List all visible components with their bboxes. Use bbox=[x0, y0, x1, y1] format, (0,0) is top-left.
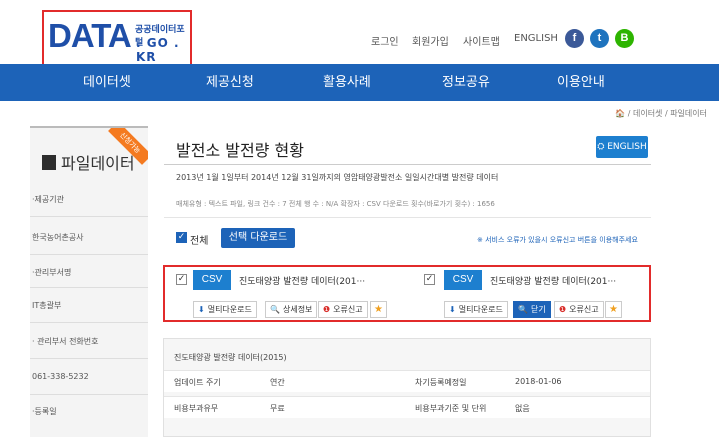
multi-download-button[interactable]: ⬇ 멀티다운로드 bbox=[193, 301, 257, 318]
select-all-label: 전체 bbox=[190, 236, 209, 247]
select-all-checkbox[interactable]: ✓ bbox=[176, 232, 187, 243]
file-name[interactable]: 진도태양광 발전량 데이터(201··· bbox=[239, 274, 365, 287]
table-row: 비용부과유무 무료 비용부과기준 및 단위 없음 bbox=[164, 396, 650, 418]
detail-label: 비용부과기준 및 단위 bbox=[415, 404, 487, 413]
divider bbox=[164, 217, 651, 218]
sidebar: 파일데이터 신청가능 ·제공기관 한국농어촌공사 ·관리부서명 IT총괄부 · … bbox=[30, 126, 148, 437]
site-logo[interactable]: DATA 공공데이터포털 . GO . KR bbox=[42, 10, 192, 66]
file-icon bbox=[42, 155, 56, 170]
sidebar-label-registered: ·등록일 bbox=[32, 407, 57, 416]
download-icon: ⬇ bbox=[449, 305, 456, 314]
blog-icon[interactable]: B bbox=[615, 29, 634, 48]
divider bbox=[30, 358, 148, 359]
table-row: 업데이트 주기 연간 차기등록예정일 2018-01-06 bbox=[164, 370, 650, 392]
sitemap-link[interactable]: 사이트맵 bbox=[463, 33, 500, 48]
service-notice: ※ 서비스 오류가 있을시 오류신고 버튼을 이용해주세요 bbox=[477, 236, 638, 244]
facebook-icon[interactable]: f bbox=[565, 29, 584, 48]
sidebar-label-department: ·관리부서명 bbox=[32, 268, 72, 277]
error-report-button[interactable]: ❶ 오류신고 bbox=[554, 301, 604, 318]
divider bbox=[30, 287, 148, 288]
csv-badge: CSV bbox=[444, 270, 482, 290]
error-report-label: 오류신고 bbox=[333, 305, 363, 314]
english-link[interactable]: ENGLISH bbox=[514, 33, 558, 44]
nav-dataset[interactable]: 데이터셋 bbox=[83, 64, 131, 101]
alert-icon: ❶ bbox=[559, 305, 567, 314]
logo-text: DATA bbox=[48, 17, 132, 54]
english-button[interactable]: ⛭ ENGLISH bbox=[596, 136, 648, 158]
error-report-label: 오류신고 bbox=[569, 305, 599, 314]
file-name[interactable]: 진도태양광 발전량 데이터(201··· bbox=[490, 274, 616, 287]
login-link[interactable]: 로그인 bbox=[371, 33, 399, 48]
dataset-meta: 매체유형 : 텍스트 파일, 링크 건수 : 7 전체 행 수 : N/A 확장… bbox=[176, 200, 495, 208]
detail-title: 진도태양광 발전량 데이터(2015) bbox=[174, 353, 287, 362]
signup-link[interactable]: 회원가입 bbox=[412, 33, 449, 48]
favorite-star-icon[interactable]: ★ bbox=[370, 301, 387, 318]
error-report-button[interactable]: ❶ 오류신고 bbox=[318, 301, 368, 318]
close-detail-button[interactable]: 🔍 닫기 bbox=[513, 301, 551, 318]
search-icon: 🔍 bbox=[270, 305, 280, 314]
detail-value: 무료 bbox=[270, 404, 285, 413]
divider bbox=[30, 394, 148, 395]
download-icon: ⬇ bbox=[198, 305, 205, 314]
detail-button-label: 상세정보 bbox=[282, 305, 313, 314]
nav-request[interactable]: 제공신청 bbox=[206, 64, 254, 101]
detail-label: 업데이트 주기 bbox=[174, 378, 221, 387]
nav-share[interactable]: 정보공유 bbox=[442, 64, 490, 101]
twitter-icon[interactable]: t bbox=[590, 29, 609, 48]
nav-guide[interactable]: 이용안내 bbox=[557, 64, 605, 101]
breadcrumb: 🏠 / 데이터셋 / 파일데이터 bbox=[615, 109, 707, 118]
sidebar-value-provider: 한국농어촌공사 bbox=[32, 233, 84, 242]
divider bbox=[30, 322, 148, 323]
page: DATA 공공데이터포털 . GO . KR 로그인 회원가입 사이트맵 ENG… bbox=[0, 0, 719, 437]
header: DATA 공공데이터포털 . GO . KR 로그인 회원가입 사이트맵 ENG… bbox=[0, 0, 719, 66]
detail-value: 없음 bbox=[515, 404, 530, 413]
logo-domain: . GO . KR bbox=[136, 36, 180, 64]
favorite-star-icon[interactable]: ★ bbox=[605, 301, 622, 318]
csv-badge: CSV bbox=[193, 270, 231, 290]
page-title: 발전소 발전량 현황 bbox=[176, 141, 304, 160]
multi-download-button[interactable]: ⬇ 멀티다운로드 bbox=[444, 301, 508, 318]
file-detail-panel: 진도태양광 발전량 데이터(2015) 업데이트 주기 연간 차기등록예정일 2… bbox=[163, 338, 651, 437]
sidebar-label-provider: ·제공기관 bbox=[32, 195, 64, 204]
sidebar-value-department: IT총괄부 bbox=[32, 301, 62, 310]
translate-icon: ⛭ bbox=[597, 142, 608, 152]
divider bbox=[30, 216, 148, 217]
divider bbox=[164, 164, 651, 165]
select-download-button[interactable]: 선택 다운로드 bbox=[221, 228, 295, 248]
detail-button[interactable]: 🔍 상세정보 bbox=[265, 301, 318, 318]
detail-value: 연간 bbox=[270, 378, 285, 387]
request-ribbon: 신청가능 bbox=[108, 128, 148, 165]
multi-download-label: 멀티다운로드 bbox=[458, 305, 503, 314]
detail-label: 비용부과유무 bbox=[174, 404, 219, 413]
file-checkbox[interactable]: ✓ bbox=[176, 274, 187, 285]
detail-value: 2018-01-06 bbox=[515, 377, 562, 386]
close-detail-label: 닫기 bbox=[530, 305, 546, 314]
main-nav: 데이터셋 제공신청 활용사례 정보공유 이용안내 bbox=[0, 64, 719, 101]
file-checkbox[interactable]: ✓ bbox=[424, 274, 435, 285]
alert-icon: ❶ bbox=[323, 305, 331, 314]
divider bbox=[30, 254, 148, 255]
ribbon-clip: 신청가능 bbox=[108, 128, 148, 168]
dataset-description: 2013년 1월 1일부터 2014년 12월 31일까지의 영암태양광발전소 … bbox=[176, 173, 499, 182]
sidebar-value-phone: 061-338-5232 bbox=[32, 372, 89, 381]
nav-usecases[interactable]: 활용사례 bbox=[323, 64, 371, 101]
english-button-label: ENGLISH bbox=[607, 142, 647, 152]
multi-download-label: 멀티다운로드 bbox=[207, 305, 252, 314]
sidebar-label-phone: · 관리부서 전화번호 bbox=[32, 337, 99, 346]
detail-label: 차기등록예정일 bbox=[415, 378, 467, 387]
search-icon: 🔍 bbox=[518, 305, 528, 314]
